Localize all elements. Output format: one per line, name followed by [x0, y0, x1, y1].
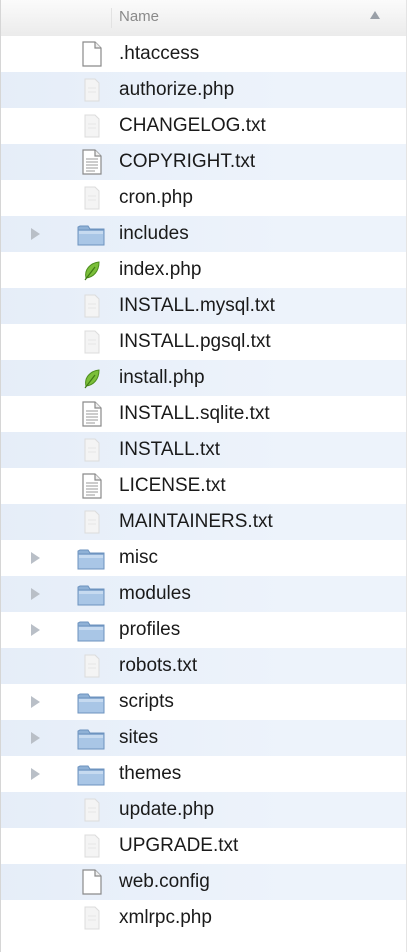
sort-ascending-icon[interactable]	[370, 11, 380, 19]
folder-row[interactable]: sites	[1, 720, 406, 756]
folder-row[interactable]: misc	[1, 540, 406, 576]
php-file-icon	[84, 798, 100, 822]
text-document-icon	[82, 149, 102, 175]
disclosure-triangle-icon[interactable]	[31, 228, 40, 240]
file-row[interactable]: MAINTAINERS.txt	[1, 504, 406, 540]
file-name-label: robots.txt	[119, 655, 198, 676]
file-row[interactable]: web.config	[1, 864, 406, 900]
file-name-label: UPGRADE.txt	[119, 835, 239, 856]
file-row[interactable]: INSTALL.pgsql.txt	[1, 324, 406, 360]
folder-icon	[77, 549, 105, 570]
file-name-label: cron.php	[119, 187, 193, 208]
leaf-php-icon	[84, 261, 100, 281]
disclosure-triangle-icon[interactable]	[31, 732, 40, 744]
file-name-label: CHANGELOG.txt	[119, 115, 266, 136]
text-file-icon	[84, 294, 100, 318]
file-row[interactable]: update.php	[1, 792, 406, 828]
folder-icon	[77, 621, 105, 642]
file-row[interactable]: authorize.php	[1, 72, 406, 108]
file-name-label: LICENSE.txt	[119, 475, 226, 496]
file-name-label: profiles	[119, 619, 181, 640]
folder-row[interactable]: includes	[1, 216, 406, 252]
disclosure-triangle-icon[interactable]	[31, 768, 40, 780]
php-file-icon	[84, 186, 100, 210]
file-row[interactable]: robots.txt	[1, 648, 406, 684]
file-row[interactable]: .htaccess	[1, 36, 406, 72]
file-name-label: index.php	[119, 259, 202, 280]
column-header[interactable]: Name	[1, 0, 406, 37]
php-file-icon	[84, 906, 100, 930]
text-file-icon	[84, 654, 100, 678]
file-row[interactable]: INSTALL.sqlite.txt	[1, 396, 406, 432]
folder-row[interactable]: themes	[1, 756, 406, 792]
folder-icon	[77, 765, 105, 786]
file-row[interactable]: INSTALL.mysql.txt	[1, 288, 406, 324]
file-name-label: modules	[119, 583, 191, 604]
file-name-label: sites	[119, 727, 159, 748]
file-row[interactable]: UPGRADE.txt	[1, 828, 406, 864]
column-divider	[111, 8, 112, 28]
file-name-label: INSTALL.txt	[119, 439, 221, 460]
blank-document-icon	[82, 41, 102, 67]
disclosure-triangle-icon[interactable]	[31, 588, 40, 600]
file-name-label: misc	[119, 547, 159, 568]
text-file-icon	[84, 834, 100, 858]
file-name-label: update.php	[119, 799, 215, 820]
folder-icon	[77, 225, 105, 246]
file-row[interactable]: LICENSE.txt	[1, 468, 406, 504]
text-document-icon	[82, 473, 102, 499]
file-name-label: COPYRIGHT.txt	[119, 151, 256, 172]
disclosure-triangle-icon[interactable]	[31, 552, 40, 564]
leaf-php-icon	[84, 369, 100, 389]
file-name-label: scripts	[119, 691, 174, 712]
file-name-label: INSTALL.pgsql.txt	[119, 331, 271, 352]
folder-row[interactable]: scripts	[1, 684, 406, 720]
blank-document-icon	[82, 869, 102, 895]
text-document-icon	[82, 401, 102, 427]
file-name-label: INSTALL.sqlite.txt	[119, 403, 270, 424]
file-name-label: .htaccess	[119, 43, 200, 64]
file-name-label: includes	[119, 223, 189, 244]
file-list: .htaccess authorize.php CHANGELOG.txt COPYR…	[1, 36, 406, 936]
file-row[interactable]: install.php	[1, 360, 406, 396]
folder-icon	[77, 585, 105, 606]
php-file-icon	[84, 78, 100, 102]
file-name-label: authorize.php	[119, 79, 235, 100]
file-name-label: web.config	[119, 871, 210, 892]
folder-icon	[77, 729, 105, 750]
text-file-icon	[84, 330, 100, 354]
file-row[interactable]: CHANGELOG.txt	[1, 108, 406, 144]
name-column-header[interactable]: Name	[119, 8, 159, 25]
file-name-label: themes	[119, 763, 182, 784]
file-row[interactable]: INSTALL.txt	[1, 432, 406, 468]
finder-list-view: Name .htaccess authorize.php CHANGELOG.txt…	[0, 0, 407, 952]
disclosure-triangle-icon[interactable]	[31, 624, 40, 636]
text-file-icon	[84, 114, 100, 138]
folder-row[interactable]: profiles	[1, 612, 406, 648]
disclosure-triangle-icon[interactable]	[31, 696, 40, 708]
file-row[interactable]: index.php	[1, 252, 406, 288]
folder-icon	[77, 693, 105, 714]
file-row[interactable]: cron.php	[1, 180, 406, 216]
file-row[interactable]: COPYRIGHT.txt	[1, 144, 406, 180]
text-file-icon	[84, 438, 100, 462]
file-name-label: xmlrpc.php	[119, 907, 212, 928]
file-name-label: MAINTAINERS.txt	[119, 511, 273, 532]
file-name-label: install.php	[119, 367, 205, 388]
file-name-label: INSTALL.mysql.txt	[119, 295, 275, 316]
text-file-icon	[84, 510, 100, 534]
folder-row[interactable]: modules	[1, 576, 406, 612]
file-row[interactable]: xmlrpc.php	[1, 900, 406, 936]
